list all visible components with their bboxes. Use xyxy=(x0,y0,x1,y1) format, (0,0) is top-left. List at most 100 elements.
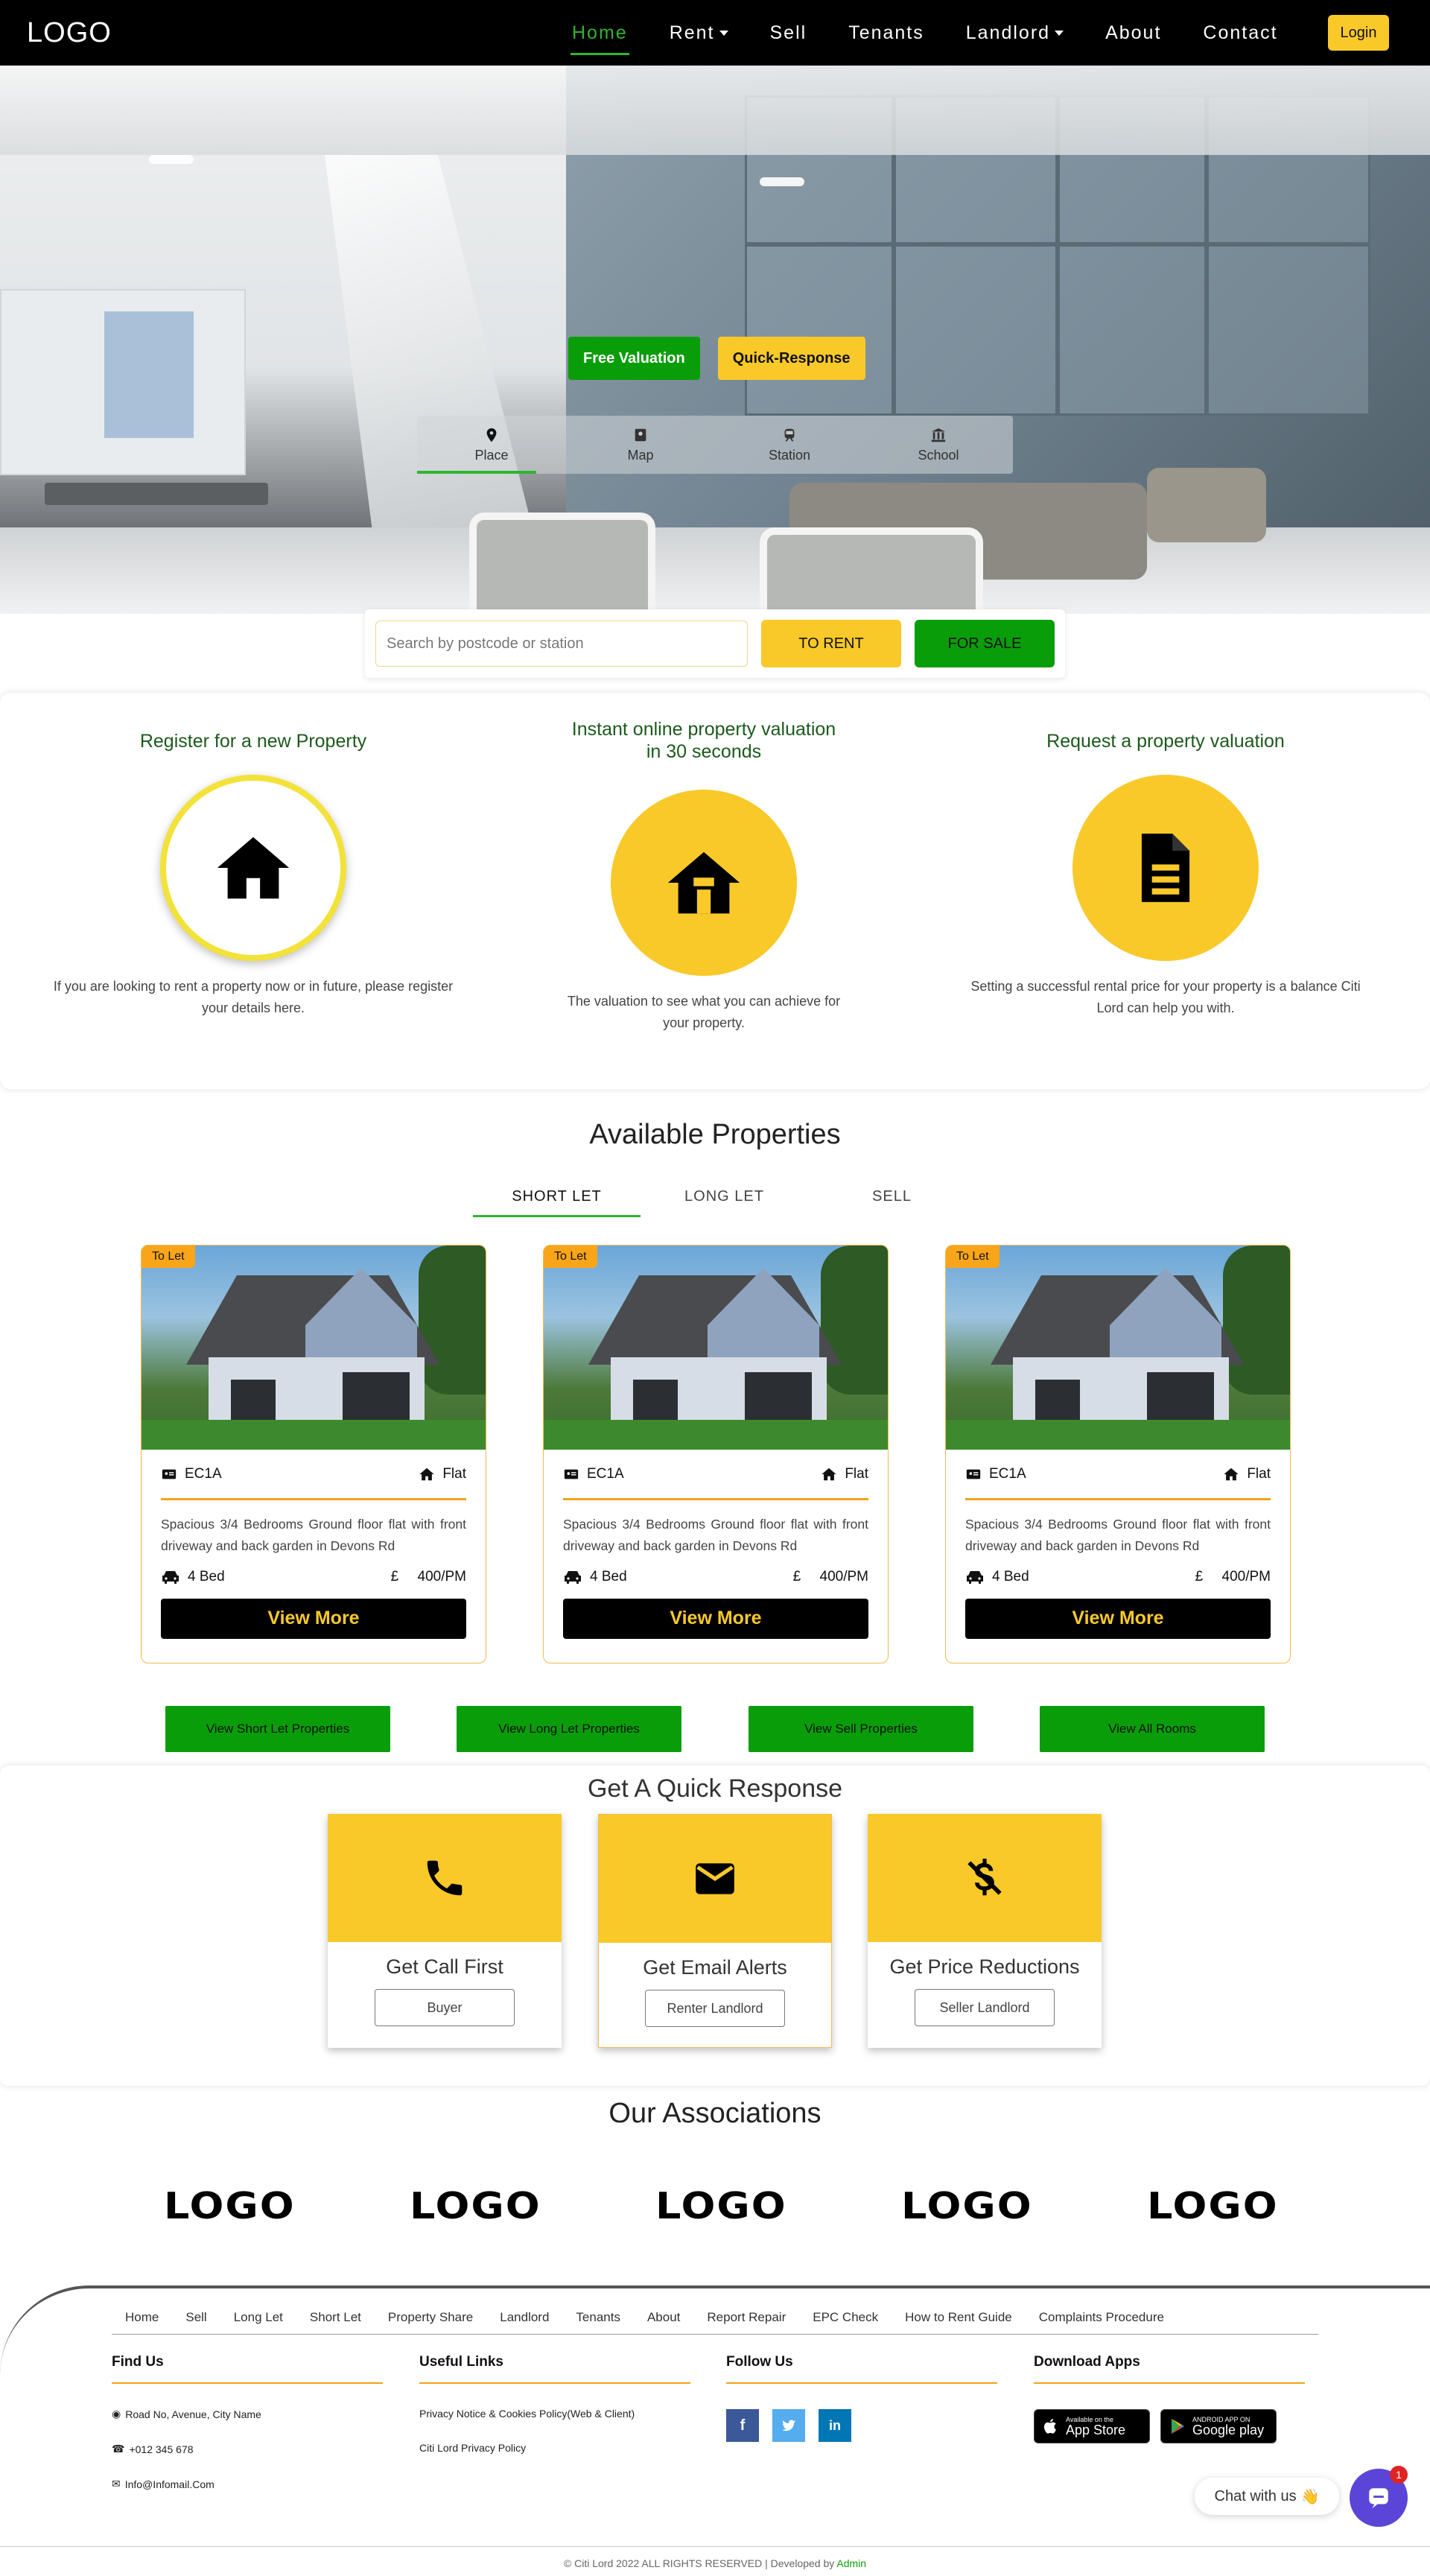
nav-item-about[interactable]: About xyxy=(1084,0,1182,66)
free-valuation-button[interactable]: Free Valuation xyxy=(568,337,700,380)
tab-long-let[interactable]: LONG LET xyxy=(641,1176,808,1217)
search-input[interactable]: Search by postcode or station xyxy=(375,621,748,667)
postcode: EC1A xyxy=(563,1466,624,1482)
property-description: Spacious 3/4 Bedrooms Ground floor flat … xyxy=(161,1517,466,1553)
tab-station-label: Station xyxy=(768,447,811,463)
footer-link-sell[interactable]: Sell xyxy=(172,2310,220,2325)
price: £ 400/PM xyxy=(390,1568,466,1584)
renter-landlord-button[interactable]: Renter Landlord xyxy=(645,1990,785,2027)
feature-title: Instant online property valuation in 30 … xyxy=(571,719,836,762)
seller-landlord-button[interactable]: Seller Landlord xyxy=(915,1989,1055,2026)
for-sale-button[interactable]: FOR SALE xyxy=(915,620,1055,667)
tab-map[interactable]: Map xyxy=(566,416,715,474)
footer-nav: Home Sell Long Let Short Let Property Sh… xyxy=(112,2300,1318,2335)
view-sell-button[interactable]: View Sell Properties xyxy=(749,1706,973,1752)
association-logo[interactable]: LOGO xyxy=(164,2185,296,2227)
tab-place[interactable]: Place xyxy=(417,416,566,474)
phone-icon xyxy=(427,1860,463,1896)
nav-item-rent[interactable]: Rent xyxy=(649,0,749,66)
feature-circle[interactable] xyxy=(1072,775,1259,961)
app-badges: Available on the App Store ANDROID APP ON… xyxy=(1034,2409,1305,2443)
developer-link[interactable]: Admin xyxy=(836,2557,866,2569)
footer-link-privacy-policy[interactable]: Citi Lord Privacy Policy xyxy=(419,2442,690,2454)
property-card[interactable]: To Let EC1A Flat Spacious 3/4 Bedrooms G… xyxy=(945,1245,1291,1663)
photo-window xyxy=(633,1380,678,1424)
photo-grass xyxy=(544,1420,888,1450)
footer-phone[interactable]: ☎ +012 345 678 xyxy=(112,2443,383,2455)
to-rent-button[interactable]: TO RENT xyxy=(761,620,901,667)
view-all-rooms-button[interactable]: View All Rooms xyxy=(1040,1706,1265,1752)
nav-item-home[interactable]: Home xyxy=(551,0,649,66)
card-stats: 4 Bed £ 400/PM xyxy=(563,1569,868,1585)
feature-circle[interactable] xyxy=(160,775,346,961)
ceiling-light xyxy=(760,177,804,186)
school-icon xyxy=(931,428,946,442)
footer-link-privacy-notice[interactable]: Privacy Notice & Cookies Policy(Web & Cl… xyxy=(419,2408,690,2420)
feature-circle[interactable] xyxy=(611,790,797,976)
bedrooms: 4 Bed xyxy=(161,1569,225,1585)
car-icon xyxy=(967,1570,983,1584)
quick-response-button[interactable]: Quick-Response xyxy=(717,337,865,380)
site-logo[interactable]: LOGO xyxy=(27,17,112,49)
association-logo[interactable]: LOGO xyxy=(901,2185,1033,2227)
footer-link-report-repair[interactable]: Report Repair xyxy=(693,2310,799,2325)
footer-link-landlord[interactable]: Landlord xyxy=(486,2310,562,2325)
view-more-button[interactable]: View More xyxy=(161,1598,466,1639)
view-more-button[interactable]: View More xyxy=(965,1598,1271,1639)
footer-link-about[interactable]: About xyxy=(634,2310,693,2325)
property-card[interactable]: To Let EC1A Flat Spacious 3/4 Bedrooms G… xyxy=(543,1245,889,1663)
nav-links: Home Rent Sell Tenants Landlord About Co… xyxy=(551,0,1299,66)
quick-card-price: Get Price Reductions Seller Landlord xyxy=(868,1814,1102,2048)
facebook-icon[interactable]: f xyxy=(726,2409,759,2442)
quick-card-title: Get Price Reductions xyxy=(889,1955,1080,1978)
nav-item-tenants[interactable]: Tenants xyxy=(827,0,945,66)
tab-station[interactable]: Station xyxy=(715,416,864,474)
linkedin-icon[interactable]: in xyxy=(819,2409,851,2442)
car-icon xyxy=(565,1570,581,1584)
footer-link-property-share[interactable]: Property Share xyxy=(375,2310,486,2325)
feature-text: If you are looking to rent a property no… xyxy=(53,979,454,1015)
footer-link-rent-guide[interactable]: How to Rent Guide xyxy=(892,2310,1026,2325)
footer-link-tenants[interactable]: Tenants xyxy=(562,2310,634,2325)
footer-link-complaints[interactable]: Complaints Procedure xyxy=(1026,2310,1178,2325)
footer-heading: Useful Links xyxy=(419,2354,690,2384)
association-logo[interactable]: LOGO xyxy=(1147,2185,1279,2227)
hero-chair xyxy=(469,513,655,614)
association-logo[interactable]: LOGO xyxy=(655,2185,787,2227)
tab-sell[interactable]: SELL xyxy=(808,1176,976,1217)
property-type: Flat xyxy=(419,1466,466,1482)
association-logo[interactable]: LOGO xyxy=(410,2185,541,2227)
view-long-let-button[interactable]: View Long Let Properties xyxy=(457,1706,681,1752)
property-image[interactable]: To Let xyxy=(946,1246,1290,1450)
login-button[interactable]: Login xyxy=(1328,15,1389,51)
feature-title: Request a property valuation xyxy=(1046,731,1285,752)
status-badge: To Let xyxy=(946,1246,1000,1268)
google-play-badge[interactable]: ANDROID APP ON Google play xyxy=(1160,2409,1277,2443)
nav-item-sell[interactable]: Sell xyxy=(749,0,828,66)
nav-item-landlord[interactable]: Landlord xyxy=(945,0,1084,66)
buyer-button[interactable]: Buyer xyxy=(375,1989,515,2026)
hero-ceiling xyxy=(0,66,1430,155)
tab-school[interactable]: School xyxy=(864,416,1013,474)
chat-prompt[interactable]: Chat with us 👋 xyxy=(1195,2478,1339,2515)
tab-short-let[interactable]: SHORT LET xyxy=(473,1176,641,1217)
quick-card-header xyxy=(868,1814,1102,1942)
footer-link-long-let[interactable]: Long Let xyxy=(220,2310,296,2325)
nav-item-contact[interactable]: Contact xyxy=(1182,0,1298,66)
footer-email[interactable]: ✉ Info@Infomail.Com xyxy=(112,2478,383,2490)
tab-school-label: School xyxy=(918,447,959,463)
property-image[interactable]: To Let xyxy=(142,1246,486,1450)
footer-link-home[interactable]: Home xyxy=(112,2310,172,2325)
app-store-badge[interactable]: Available on the App Store xyxy=(1034,2409,1150,2443)
card-meta: EC1A Flat xyxy=(965,1450,1271,1500)
footer-link-epc-check[interactable]: EPC Check xyxy=(799,2310,892,2325)
view-more-button[interactable]: View More xyxy=(563,1598,868,1639)
property-card[interactable]: To Let EC1A Flat Spacious 3/4 Bedrooms G… xyxy=(141,1245,486,1663)
view-short-let-button[interactable]: View Short Let Properties xyxy=(165,1706,390,1752)
envelope-icon xyxy=(696,1863,734,1894)
footer-link-short-let[interactable]: Short Let xyxy=(296,2310,375,2325)
photo-window xyxy=(745,1372,812,1424)
twitter-icon[interactable] xyxy=(772,2409,805,2442)
app-store-big-text: App Store xyxy=(1066,2422,1126,2437)
property-image[interactable]: To Let xyxy=(544,1246,888,1450)
